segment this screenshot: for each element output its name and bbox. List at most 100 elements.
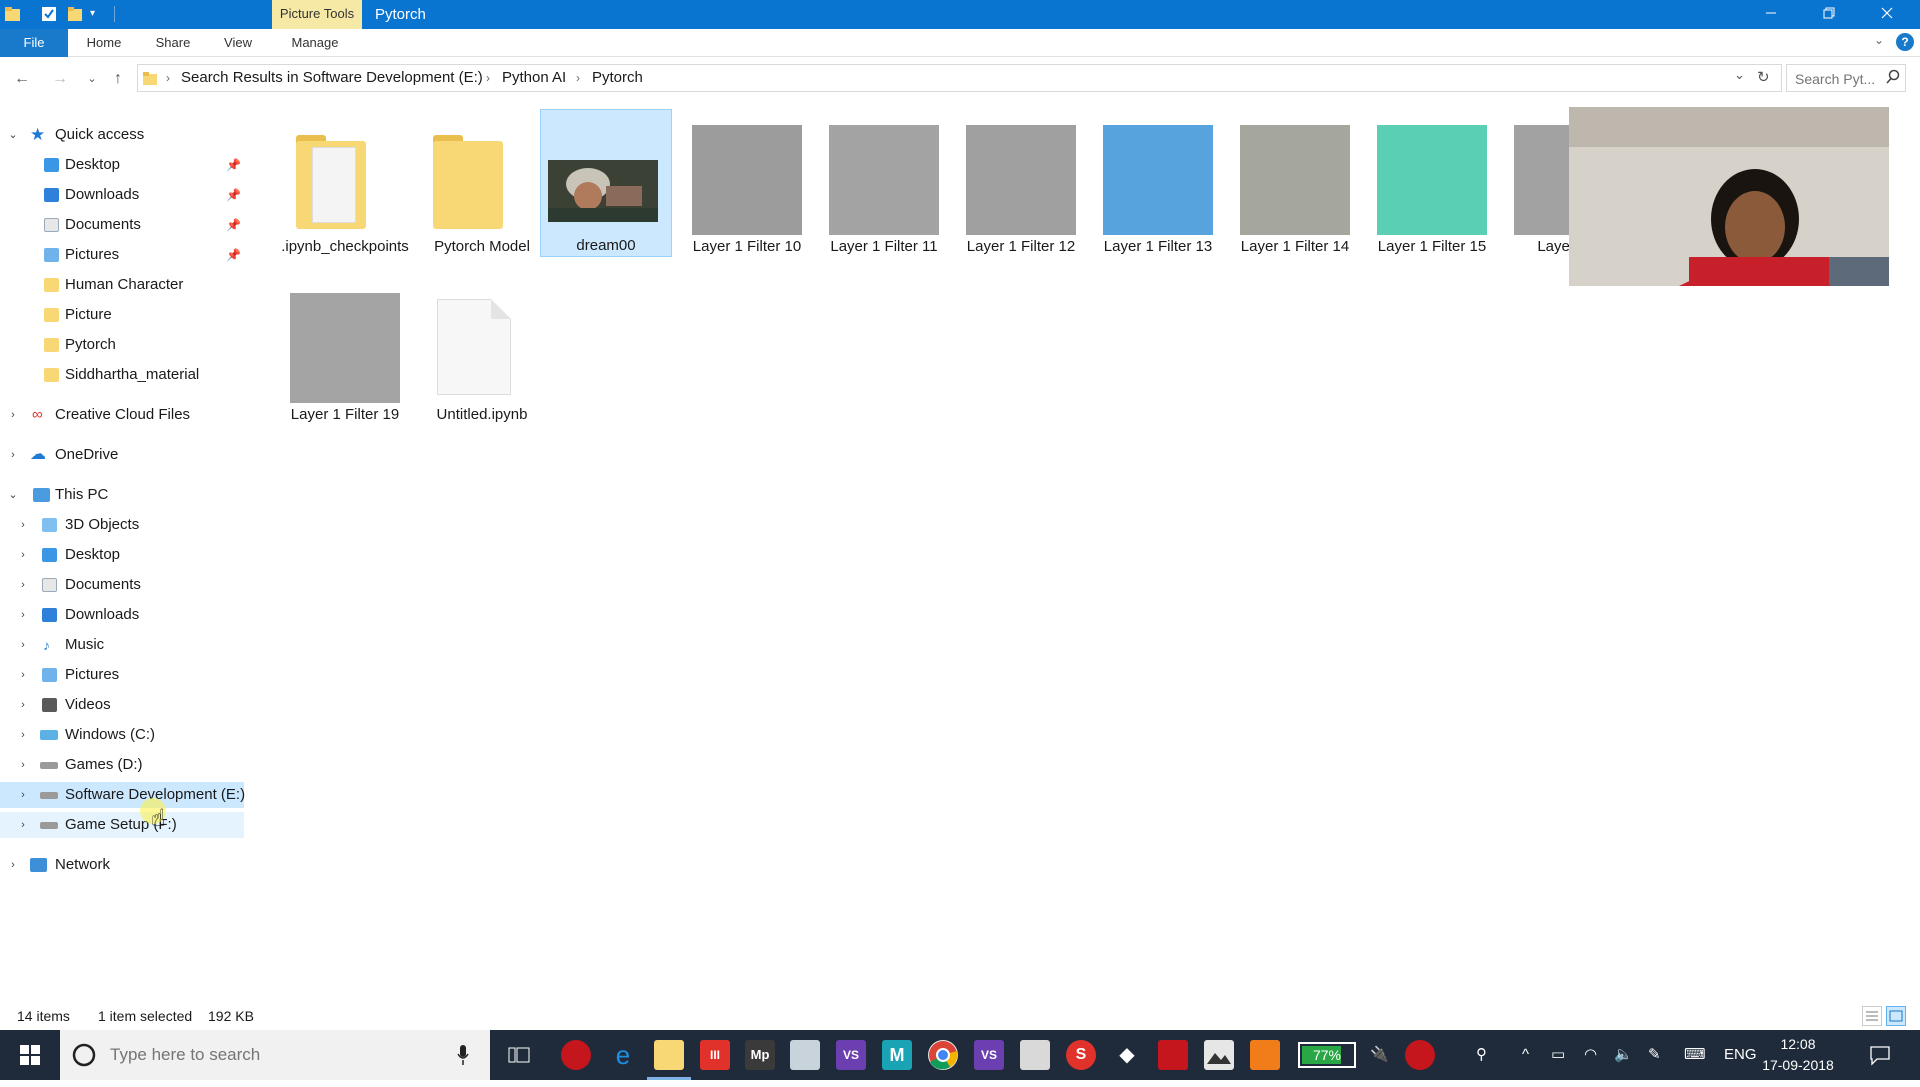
tab-home[interactable]: Home (76, 29, 132, 57)
close-button[interactable] (1858, 0, 1916, 29)
charging-plug-icon[interactable]: 🔌 (1370, 1030, 1389, 1080)
tab-view[interactable]: View (212, 29, 264, 57)
nav-pc-games-d[interactable]: › Games (D:) (0, 752, 244, 778)
app-red-bars-icon[interactable]: III (700, 1040, 730, 1070)
properties-icon[interactable] (40, 5, 58, 23)
microphone-icon[interactable] (456, 1044, 470, 1070)
tray-app-icon[interactable] (1405, 1040, 1435, 1070)
pen-icon[interactable]: ✎ (1648, 1030, 1661, 1080)
collapsed-chevron-icon[interactable]: › (6, 852, 20, 878)
collapsed-chevron-icon[interactable]: › (16, 752, 30, 778)
nav-creative-cloud-files[interactable]: › ∞ Creative Cloud Files (0, 402, 244, 428)
collapsed-chevron-icon[interactable]: › (16, 542, 30, 568)
chrome-browser-icon[interactable] (928, 1040, 958, 1070)
search-icon[interactable] (1885, 69, 1901, 89)
nav-quick-access[interactable]: ⌄ ★ Quick access (0, 122, 244, 148)
tab-manage[interactable]: Manage (280, 29, 350, 57)
collapsed-chevron-icon[interactable]: › (16, 782, 30, 808)
address-bar[interactable]: › Search Results in Software Development… (137, 64, 1782, 92)
file-item[interactable]: dream00 (540, 109, 672, 257)
orange-app-icon[interactable] (1250, 1040, 1280, 1070)
pin-icon[interactable]: 📌 (226, 182, 241, 208)
visual-studio-code-icon[interactable]: VS (974, 1040, 1004, 1070)
mp-app-icon[interactable]: Mp (745, 1040, 775, 1070)
pin-icon[interactable]: 📌 (226, 152, 241, 178)
file-explorer-icon[interactable] (654, 1040, 684, 1070)
pin-icon[interactable]: 📌 (226, 242, 241, 268)
file-item[interactable]: Layer 1 Filter 12 (948, 111, 1078, 259)
search-input[interactable] (1795, 69, 1881, 89)
battery-meter[interactable]: 77% (1298, 1042, 1356, 1068)
new-folder-icon[interactable] (66, 5, 84, 23)
forward-arrow-icon[interactable]: → (48, 68, 72, 90)
explorer-folder-icon[interactable] (4, 5, 22, 23)
taskbar-search-box[interactable] (60, 1030, 490, 1080)
restore-button[interactable] (1800, 0, 1858, 29)
file-item[interactable]: Untitled.ipynb (409, 279, 539, 427)
app-light-icon[interactable] (1020, 1040, 1050, 1070)
visual-studio-icon[interactable]: VS (836, 1040, 866, 1070)
collapsed-chevron-icon[interactable]: › (16, 512, 30, 538)
show-hidden-icons-chevron-icon[interactable]: ^ (1522, 1030, 1529, 1080)
windows-start-icon[interactable] (0, 1030, 60, 1080)
nav-pc-videos[interactable]: › Videos (0, 692, 244, 718)
collapsed-chevron-icon[interactable]: › (6, 402, 20, 428)
nav-pc-music[interactable]: › ♪ Music (0, 632, 244, 658)
nav-quick-documents[interactable]: Documents 📌 (0, 212, 244, 238)
app-gray-icon[interactable] (790, 1040, 820, 1070)
file-item[interactable]: Layer 1 Filter 15 (1359, 111, 1489, 259)
breadcrumb-python-ai[interactable]: Python AI (502, 65, 566, 91)
unity-icon[interactable]: ◆ (1112, 1040, 1142, 1070)
nav-this-pc[interactable]: ⌄ This PC (0, 482, 244, 508)
pin-icon[interactable]: 📌 (226, 212, 241, 238)
wifi-icon[interactable]: ◠ (1584, 1030, 1597, 1080)
file-item[interactable]: Layer 1 Filter 11 (811, 111, 941, 259)
nav-pc-game-setup-f[interactable]: › Game Setup (F:) (0, 812, 244, 838)
nav-quick-downloads[interactable]: Downloads 📌 (0, 182, 244, 208)
collapsed-chevron-icon[interactable]: › (16, 662, 30, 688)
collapsed-chevron-icon[interactable]: › (16, 812, 30, 838)
volume-icon[interactable]: 🔈 (1614, 1030, 1633, 1080)
file-item[interactable]: Layer 1 Filter 14 (1222, 111, 1352, 259)
file-item[interactable]: .ipynb_checkpoints (272, 111, 409, 259)
action-center-icon[interactable] (1869, 1030, 1891, 1080)
recent-locations-chevron-icon[interactable]: ⌄ (80, 68, 104, 90)
help-icon[interactable]: ? (1896, 33, 1914, 51)
battery-tray-icon[interactable]: ▭ (1551, 1030, 1565, 1080)
taskbar-search-input[interactable] (110, 1044, 440, 1066)
tab-file[interactable]: File (0, 29, 68, 57)
refresh-icon[interactable]: ↻ (1757, 68, 1770, 86)
people-icon[interactable]: ⚲ (1476, 1030, 1487, 1080)
up-arrow-icon[interactable]: ↑ (106, 68, 130, 90)
customize-toolbar-chevron-icon[interactable]: ▾ (90, 5, 108, 23)
file-item[interactable]: Pytorch Model (409, 111, 539, 259)
shield-app-icon[interactable] (1158, 1040, 1188, 1070)
nav-pc-software-development-e[interactable]: › Software Development (E:) (0, 782, 245, 808)
file-item[interactable]: Layer 1 Filter 13 (1085, 111, 1215, 259)
nav-quick-picture[interactable]: Picture (0, 302, 244, 328)
search-box[interactable] (1786, 64, 1906, 92)
nav-quick-pictures[interactable]: Pictures 📌 (0, 242, 244, 268)
s-app-icon[interactable]: S (1066, 1040, 1096, 1070)
nav-pc-downloads[interactable]: › Downloads (0, 602, 244, 628)
nav-quick-siddhartha-material[interactable]: Siddhartha_material (0, 362, 244, 388)
m-app-icon[interactable]: M (882, 1040, 912, 1070)
tab-share[interactable]: Share (146, 29, 200, 57)
breadcrumb-search-results[interactable]: Search Results in Software Development (… (181, 65, 483, 91)
app-red-icon[interactable] (561, 1040, 591, 1070)
task-view-icon[interactable] (508, 1044, 530, 1070)
expand-ribbon-chevron-icon[interactable]: ⌄ (1874, 33, 1884, 47)
nav-pc-pictures[interactable]: › Pictures (0, 662, 244, 688)
clock[interactable]: 12:08 17-09-2018 (1758, 1034, 1838, 1076)
nav-pc-documents[interactable]: › Documents (0, 572, 244, 598)
large-icons-view-icon[interactable] (1886, 1006, 1906, 1026)
file-item[interactable]: Layer 1 Filter 19 (272, 279, 402, 427)
nav-network[interactable]: › Network (0, 852, 244, 878)
collapsed-chevron-icon[interactable]: › (16, 632, 30, 658)
file-item[interactable]: Layer 1 Filter 10 (674, 111, 804, 259)
nav-pc-3d-objects[interactable]: › 3D Objects (0, 512, 244, 538)
collapsed-chevron-icon[interactable]: › (6, 442, 20, 468)
collapsed-chevron-icon[interactable]: › (16, 602, 30, 628)
nav-onedrive[interactable]: › ☁ OneDrive (0, 442, 244, 468)
nav-quick-desktop[interactable]: Desktop 📌 (0, 152, 244, 178)
